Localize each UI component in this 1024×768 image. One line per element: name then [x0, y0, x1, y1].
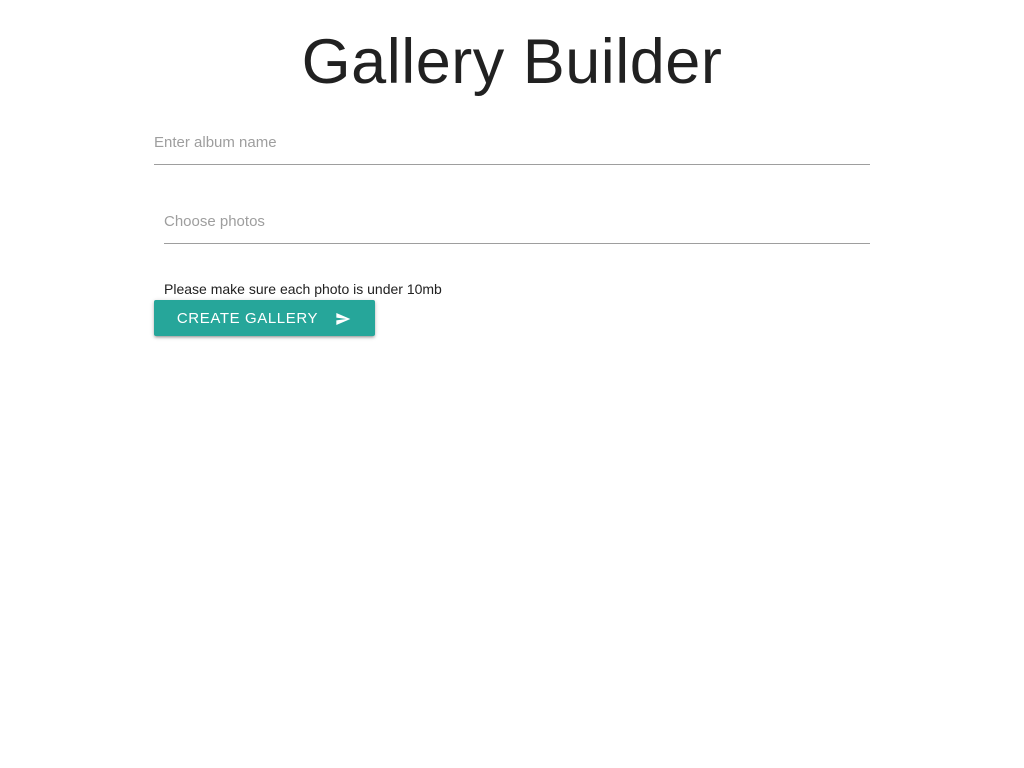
- choose-photos-input[interactable]: [164, 199, 870, 243]
- choose-photos-field: [164, 199, 870, 244]
- page-title: Gallery Builder: [301, 27, 723, 97]
- album-name-input[interactable]: [154, 120, 870, 164]
- send-icon: [336, 312, 351, 325]
- album-name-field: [154, 120, 870, 165]
- gallery-builder-page: Gallery Builder Please make sure each ph…: [0, 0, 1024, 768]
- create-gallery-label: Create Gallery: [176, 309, 319, 327]
- photo-size-hint: Please make sure each photo is under 10m…: [164, 281, 442, 297]
- create-gallery-button[interactable]: Create Gallery: [154, 300, 375, 336]
